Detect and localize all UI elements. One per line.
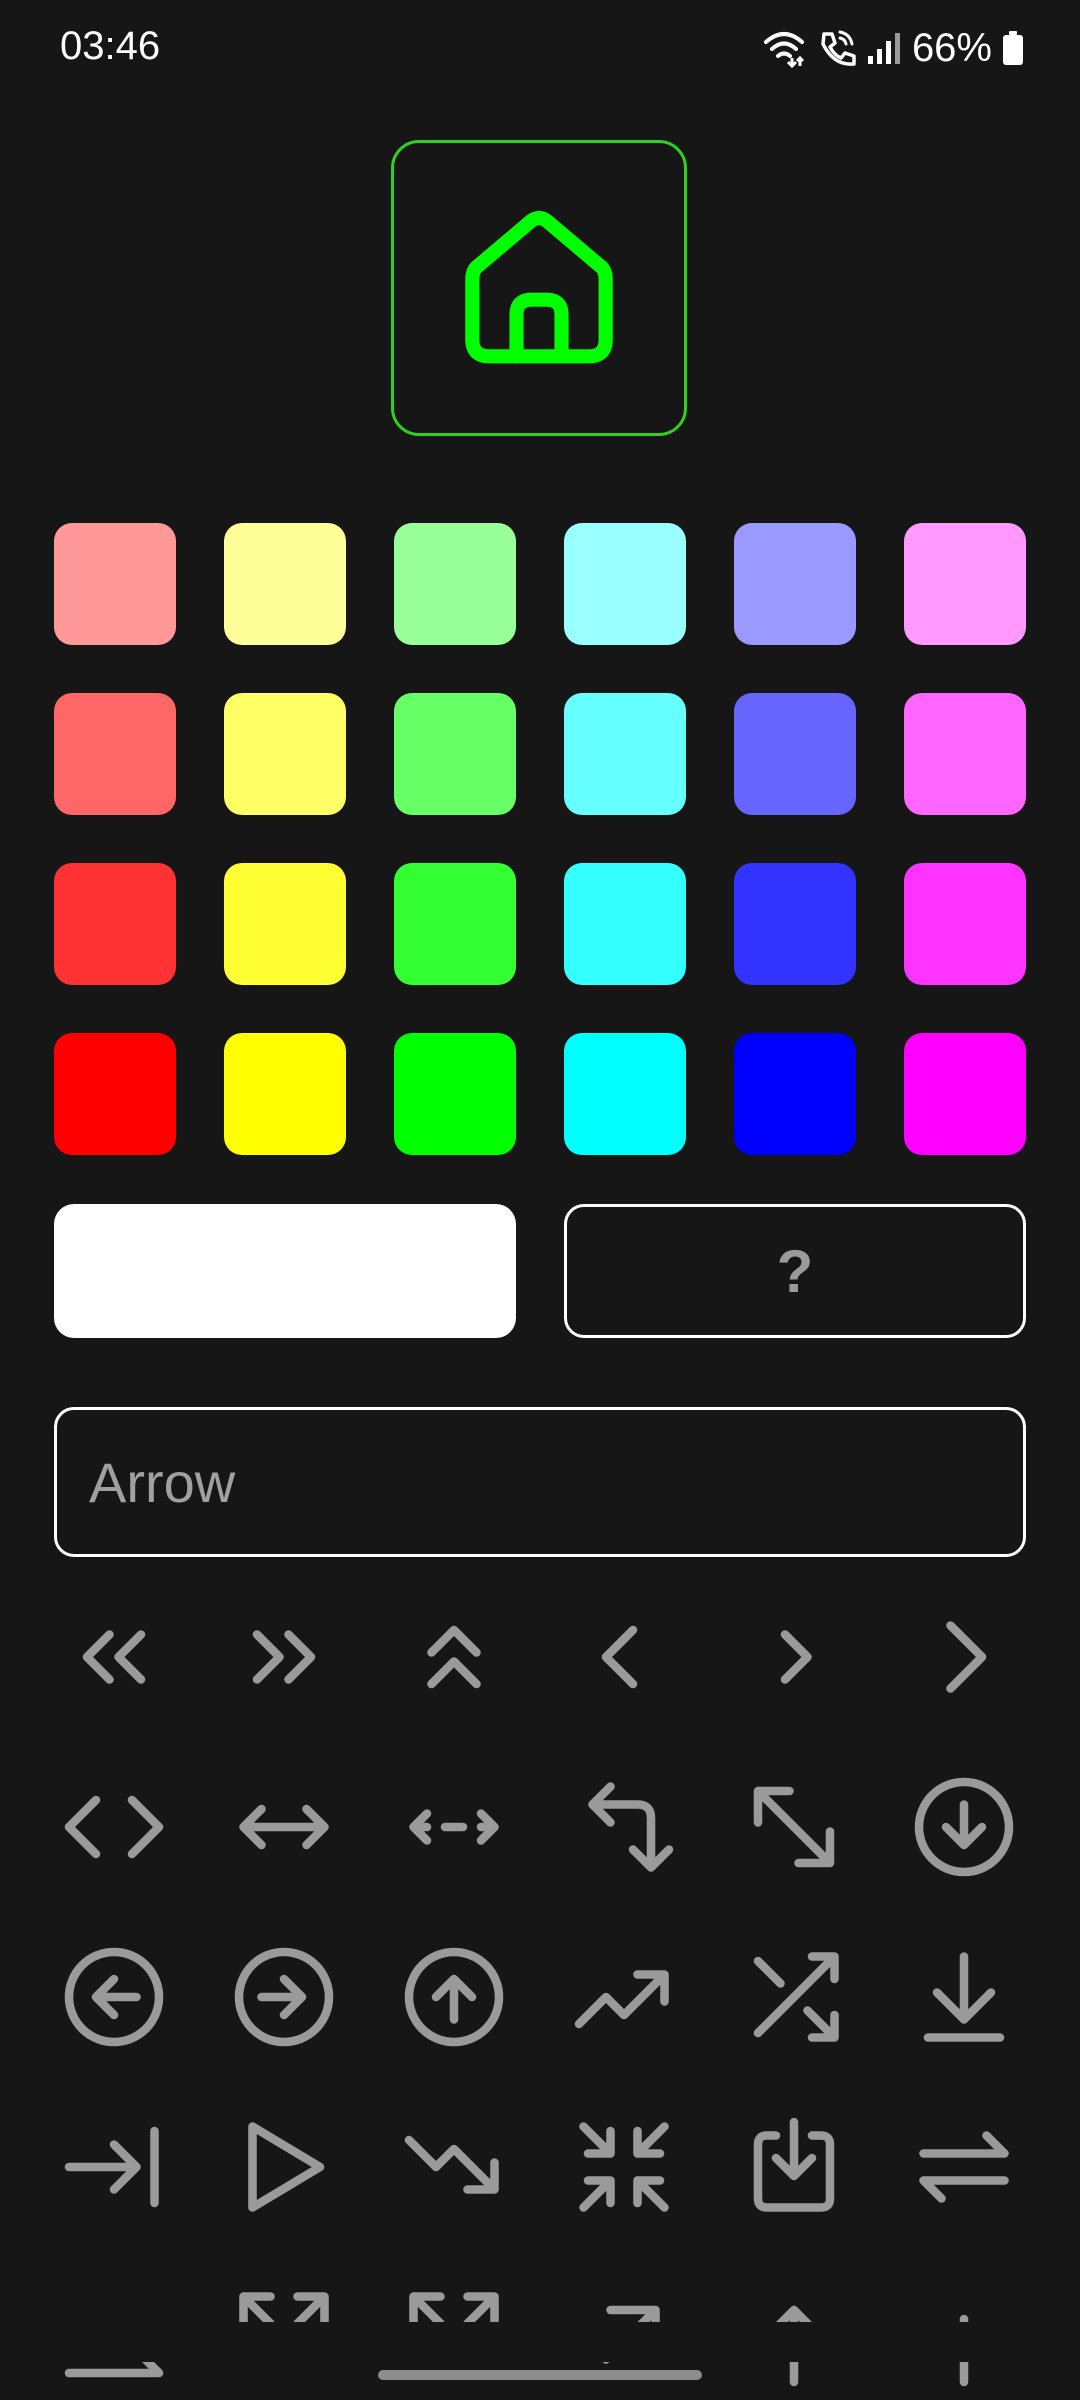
- icon-preview[interactable]: [391, 140, 687, 436]
- color-swatch[interactable]: [904, 863, 1026, 985]
- icon-option[interactable]: [559, 1592, 689, 1722]
- icon-picker-screen: 03:46 66% ? Arrow: [0, 0, 1080, 2400]
- color-swatch[interactable]: [734, 523, 856, 645]
- chevrons-left-icon: [82, 1630, 146, 1684]
- color-swatch[interactable]: [54, 523, 176, 645]
- call-icon: [816, 28, 856, 68]
- color-swatch[interactable]: [54, 693, 176, 815]
- trending-up-icon: [574, 1970, 669, 2029]
- minimize-icon: [579, 2122, 669, 2212]
- icon-option[interactable]: [49, 1762, 179, 1892]
- icon-option[interactable]: [899, 2102, 1029, 2232]
- icon-option[interactable]: [219, 1762, 349, 1892]
- color-swatch[interactable]: [564, 693, 686, 815]
- icon-option[interactable]: [219, 2102, 349, 2232]
- trending-down-icon: [404, 2135, 499, 2194]
- icon-option[interactable]: [389, 2102, 519, 2232]
- help-button-label: ?: [776, 1237, 814, 1305]
- white-color-button[interactable]: [54, 1204, 516, 1338]
- arrow-down-circle-icon: [914, 1777, 1014, 1877]
- battery-icon: [1002, 30, 1024, 66]
- color-swatch[interactable]: [394, 693, 516, 815]
- arrow-left-circle-icon: [64, 1947, 164, 2047]
- import-icon: [753, 2117, 835, 2212]
- color-swatch[interactable]: [904, 693, 1026, 815]
- arrow-right-circle-icon: [234, 1947, 334, 2047]
- shuffle-icon: [753, 1952, 839, 2042]
- color-swatch[interactable]: [54, 1033, 176, 1155]
- color-swatch[interactable]: [224, 1033, 346, 1155]
- status-time: 03:46: [60, 24, 161, 68]
- icon-option[interactable]: [389, 1592, 519, 1722]
- icon-option[interactable]: [899, 1592, 1029, 1722]
- color-swatch[interactable]: [904, 523, 1026, 645]
- chevron-right-small-icon: [780, 1630, 812, 1684]
- icon-option[interactable]: [729, 1932, 859, 2062]
- color-swatch[interactable]: [394, 863, 516, 985]
- icon-option[interactable]: [729, 2102, 859, 2232]
- icon-option[interactable]: [49, 1932, 179, 2062]
- arrow-right-to-line-icon: [64, 2126, 159, 2208]
- color-swatch[interactable]: [394, 1033, 516, 1155]
- color-swatch[interactable]: [904, 1033, 1026, 1155]
- icon-option[interactable]: [389, 1762, 519, 1892]
- icon-option[interactable]: [49, 2102, 179, 2232]
- code-icon: [64, 1795, 164, 1859]
- color-swatch[interactable]: [734, 863, 856, 985]
- home-icon: [465, 210, 613, 364]
- scroll-fade: [0, 2322, 1080, 2362]
- icon-option[interactable]: [729, 1762, 859, 1892]
- color-swatch[interactable]: [564, 863, 686, 985]
- wifi-calling-icon: [762, 28, 806, 68]
- battery-percent: 66%: [911, 25, 992, 70]
- icon-option[interactable]: [559, 1932, 689, 2062]
- chevrons-right-icon: [252, 1630, 316, 1684]
- color-swatch[interactable]: [224, 523, 346, 645]
- arrows-exchange-icon: [919, 2131, 1009, 2203]
- icon-option[interactable]: [389, 1932, 519, 2062]
- color-swatch[interactable]: [564, 523, 686, 645]
- color-swatch[interactable]: [734, 693, 856, 815]
- icon-option[interactable]: [219, 1592, 349, 1722]
- icon-option[interactable]: [49, 1592, 179, 1722]
- color-swatch[interactable]: [564, 1033, 686, 1155]
- search-field[interactable]: [54, 1407, 1026, 1557]
- status-icons: 66%: [762, 24, 1024, 72]
- home-indicator[interactable]: [378, 2370, 702, 2380]
- icon-option[interactable]: [899, 1762, 1029, 1892]
- chevrons-up-icon: [427, 1625, 481, 1689]
- arrow-up-circle-icon: [404, 1947, 504, 2047]
- color-swatch[interactable]: [224, 693, 346, 815]
- color-swatch[interactable]: [394, 523, 516, 645]
- icon-option[interactable]: [559, 2102, 689, 2232]
- color-swatch[interactable]: [734, 1033, 856, 1155]
- help-button[interactable]: ?: [564, 1204, 1026, 1338]
- icon-option[interactable]: [729, 1592, 859, 1722]
- icon-option[interactable]: [219, 1932, 349, 2062]
- arrow-diagonal-expand-icon: [753, 1786, 835, 1868]
- arrows-horizontal-icon: [409, 1809, 499, 1845]
- icon-option[interactable]: [559, 1762, 689, 1892]
- chevron-right-icon: [946, 1621, 987, 1693]
- arrow-left-right-icon: [239, 1804, 329, 1850]
- chevron-left-small-icon: [601, 1625, 638, 1689]
- color-swatch[interactable]: [54, 863, 176, 985]
- status-bar: 03:46 66%: [0, 0, 1080, 96]
- play-icon: [248, 2122, 325, 2212]
- icon-option[interactable]: [899, 1932, 1029, 2062]
- signal-icon: [866, 30, 902, 66]
- search-input[interactable]: [87, 1448, 991, 1516]
- color-swatch[interactable]: [224, 863, 346, 985]
- download-icon: [923, 1952, 1005, 2042]
- corner-left-down-icon: [588, 1782, 674, 1872]
